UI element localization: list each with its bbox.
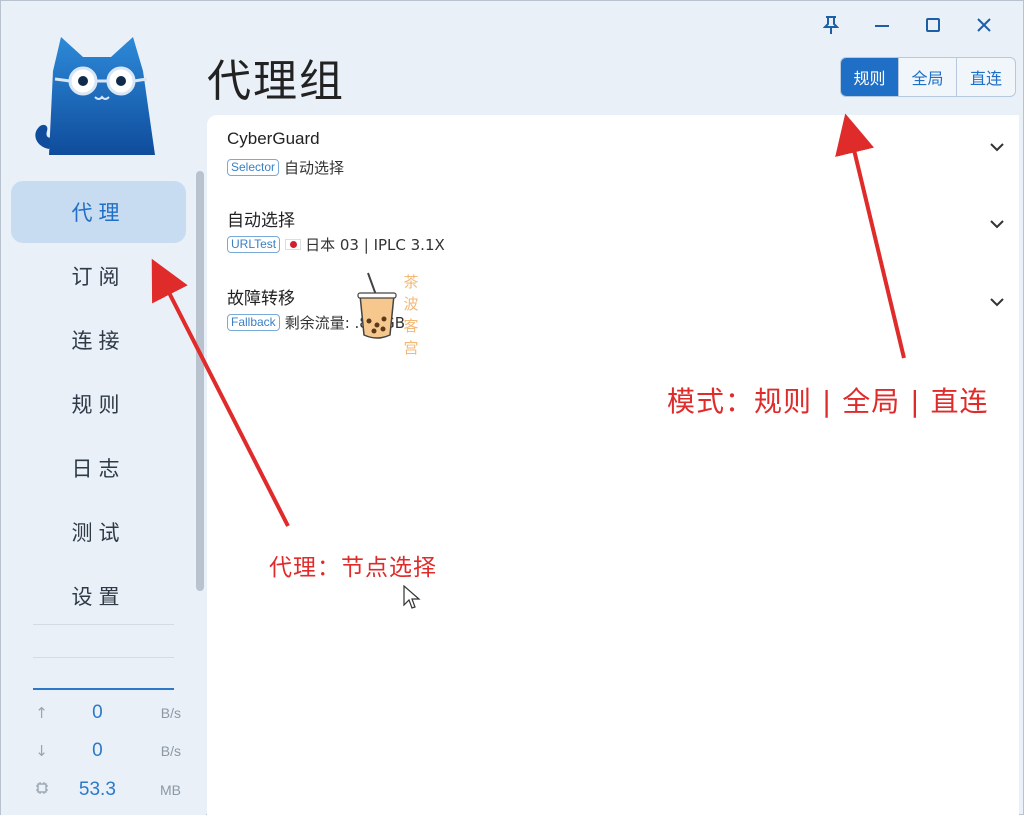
mode-switch: 规则 全局 直连 xyxy=(840,57,1016,97)
upload-value: 0 xyxy=(92,702,103,723)
sidebar: 代理 订阅 连接 规则 日志 测试 设置 ↑ 0 B/s ↓ 0 B/s 53.… xyxy=(1,1,206,815)
sidebar-item-proxy[interactable]: 代理 xyxy=(11,181,186,243)
memory-value: 53.3 xyxy=(78,779,116,800)
chip-icon xyxy=(31,781,52,799)
sidebar-item-connections[interactable]: 连接 xyxy=(11,309,186,371)
mode-direct-button[interactable]: 直连 xyxy=(957,58,1015,96)
sidebar-item-subscription[interactable]: 订阅 xyxy=(11,245,186,307)
mode-annotation: 模式：规则 | 全局 | 直连 xyxy=(667,385,989,418)
mode-rule-button[interactable]: 规则 xyxy=(841,58,899,96)
mouse-cursor-icon xyxy=(403,585,421,609)
memory-stat: 53.3 MB xyxy=(31,778,181,802)
pin-icon[interactable] xyxy=(805,11,856,39)
divider xyxy=(33,657,174,658)
group-meta: Selector 自动选择 xyxy=(227,157,344,178)
bubble-tea-watermark: 茶 波 客 宫 xyxy=(357,272,419,357)
svg-text:波: 波 xyxy=(403,295,418,313)
traffic-graph-line xyxy=(33,688,174,690)
arrow-down-icon: ↓ xyxy=(35,742,48,760)
sidebar-item-test[interactable]: 测试 xyxy=(11,501,186,563)
group-meta: URLTest 日本 03 | IPLC 3.1X xyxy=(227,234,445,255)
upload-unit: B/s xyxy=(160,705,181,721)
page-title: 代理组 xyxy=(207,56,345,107)
minimize-icon[interactable] xyxy=(856,11,907,39)
jp-flag-icon xyxy=(285,239,302,250)
group-name: 自动选择 xyxy=(227,211,295,230)
sidebar-scrollbar[interactable] xyxy=(196,171,204,591)
proxy-group[interactable]: 故障转移 Fallback 剩余流量: .81 GB xyxy=(227,284,1007,344)
proxy-group[interactable]: CyberGuard Selector 自动选择 xyxy=(227,129,1007,189)
sidebar-item-settings[interactable]: 设置 xyxy=(11,565,186,627)
maximize-icon[interactable] xyxy=(907,11,958,39)
app-window: 代理 订阅 连接 规则 日志 测试 设置 ↑ 0 B/s ↓ 0 B/s 53.… xyxy=(0,0,1024,815)
sidebar-item-rules[interactable]: 规则 xyxy=(11,373,186,435)
proxy-groups-panel: CyberGuard Selector 自动选择 自动选择 URLTest 日本… xyxy=(207,115,1019,815)
upload-stat: ↑ 0 B/s xyxy=(31,701,181,725)
chevron-down-icon[interactable] xyxy=(987,292,1007,312)
proxy-group[interactable]: 自动选择 URLTest 日本 03 | IPLC 3.1X xyxy=(227,206,1007,266)
memory-unit: MB xyxy=(160,782,181,798)
group-name: CyberGuard xyxy=(227,129,320,148)
close-icon[interactable] xyxy=(958,11,1009,39)
download-unit: B/s xyxy=(160,743,181,759)
proxy-annotation: 代理：节点选择 xyxy=(269,555,437,581)
svg-text:客: 客 xyxy=(403,317,418,335)
svg-text:茶: 茶 xyxy=(403,273,418,291)
group-type-tag: Fallback xyxy=(227,314,280,331)
group-name: 故障转移 xyxy=(227,289,295,308)
mode-global-button[interactable]: 全局 xyxy=(899,58,957,96)
window-controls xyxy=(805,11,1009,39)
chevron-down-icon[interactable] xyxy=(987,214,1007,234)
chevron-down-icon[interactable] xyxy=(987,137,1007,157)
sidebar-item-logs[interactable]: 日志 xyxy=(11,437,186,499)
download-value: 0 xyxy=(92,740,103,761)
arrow-up-icon: ↑ xyxy=(35,704,48,722)
cat-logo xyxy=(35,37,155,155)
group-selected: 日本 03 | IPLC 3.1X xyxy=(305,236,445,254)
group-type-tag: URLTest xyxy=(227,236,281,253)
divider xyxy=(33,624,174,625)
group-selected: 自动选择 xyxy=(284,159,345,177)
group-type-tag: Selector xyxy=(227,159,280,176)
svg-text:宫: 宫 xyxy=(403,339,418,357)
download-stat: ↓ 0 B/s xyxy=(31,739,181,763)
